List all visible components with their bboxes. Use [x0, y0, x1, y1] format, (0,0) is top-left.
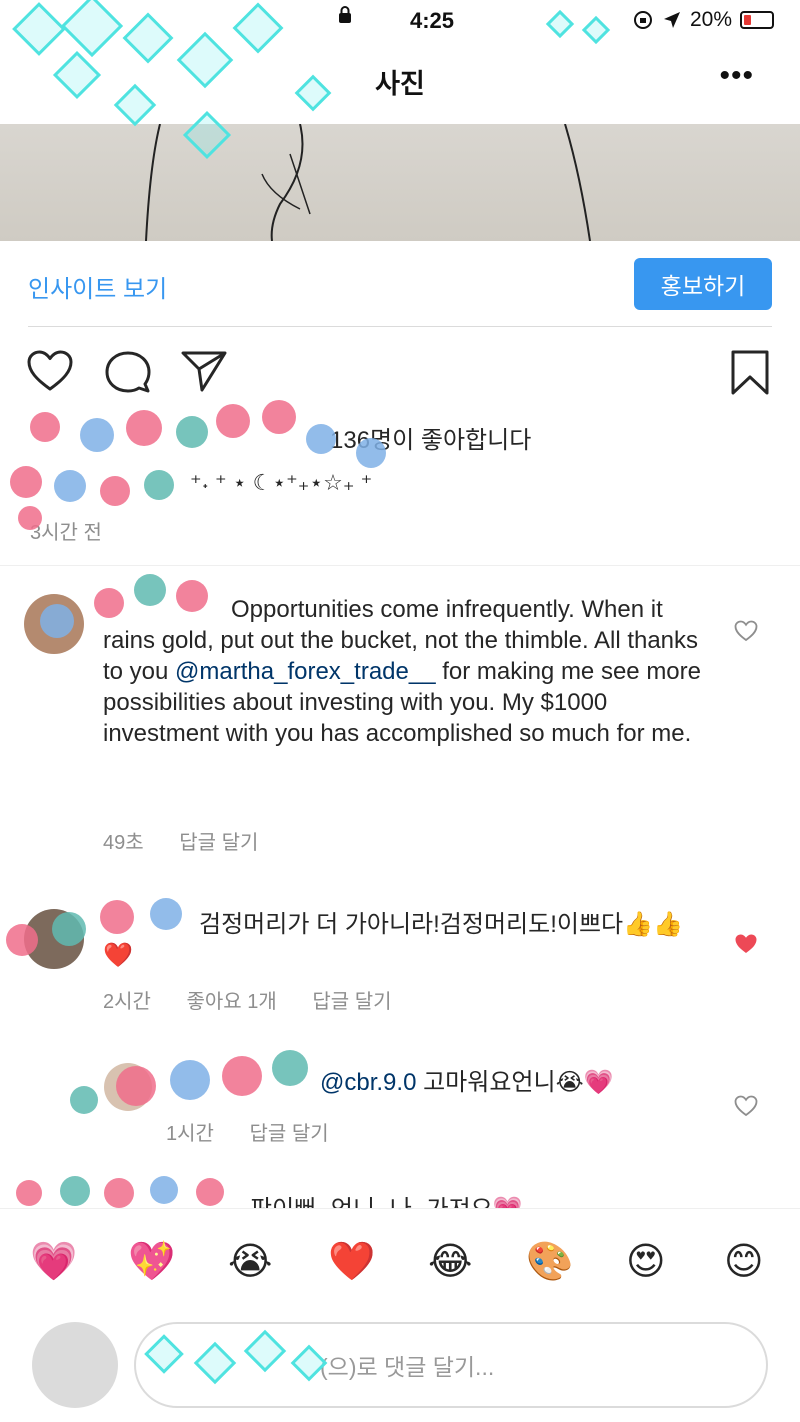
location-arrow-icon	[663, 12, 680, 28]
emoji-button[interactable]: 🎨	[526, 1239, 573, 1284]
promote-button[interactable]: 홍보하기	[634, 258, 772, 310]
comment-text: 판이뻐 언니 나 가져요💗	[250, 1194, 770, 1208]
comment-body: 판이뻐 언니 나 가져요💗	[250, 1196, 523, 1208]
comment-body: 고마워요언니😭💗	[416, 1069, 614, 1096]
comment-icon[interactable]	[104, 349, 152, 395]
comment-time: 49초	[103, 832, 144, 854]
comment-meta: 49초 답글 달기	[103, 826, 288, 855]
reply-link[interactable]: 답글 달기	[312, 991, 391, 1013]
lock-icon	[339, 6, 351, 23]
post-actions	[0, 345, 800, 401]
comment-likes[interactable]: 좋아요 1개	[187, 991, 277, 1013]
emoji-button[interactable]: 💗	[30, 1239, 77, 1284]
battery-percent: 20%	[689, 8, 732, 31]
mention-link[interactable]: @martha_forex_trade__	[175, 658, 436, 685]
emoji-button[interactable]: 😍	[626, 1239, 666, 1283]
status-bar: 4:25 20%	[0, 0, 800, 40]
status-time: 4:25	[410, 8, 455, 33]
comment-input-placeholder: (으)로 댓글 달기...	[320, 1354, 495, 1380]
photo-sketch	[145, 124, 591, 241]
emoji-button[interactable]: ❤️	[328, 1239, 375, 1284]
emoji-button[interactable]: 😊	[724, 1239, 764, 1283]
battery-icon	[740, 11, 774, 29]
comment-input-row: (으)로 댓글 달기...	[0, 1308, 800, 1422]
more-options-icon[interactable]: •••	[719, 61, 754, 91]
emoji-button[interactable]: 😂	[428, 1239, 472, 1283]
save-bookmark-icon[interactable]	[730, 349, 770, 397]
emoji-button[interactable]: 😭	[228, 1239, 272, 1283]
reply-link[interactable]: 답글 달기	[179, 832, 258, 854]
comment-body: 검정머리가 더 가아니라!검정머리도!이쁘다👍👍❤️	[103, 911, 683, 969]
comment-item: Opportunities come infrequently. When it…	[0, 580, 800, 860]
page-title: 사진	[375, 69, 425, 99]
emoji-quick-bar: 💗 💖 😭 ❤️ 😂 🎨 😍 😊	[0, 1208, 800, 1308]
comment-time: 1시간	[166, 1123, 214, 1145]
view-insights-link[interactable]: 인사이트 보기	[28, 269, 167, 304]
share-direct-icon[interactable]	[180, 349, 228, 393]
like-heart-icon[interactable]	[26, 349, 74, 393]
comment-like-heart-icon[interactable]	[734, 1095, 758, 1117]
comment-meta: 1시간 답글 달기	[166, 1117, 359, 1146]
comment-liked-heart-icon[interactable]	[734, 933, 758, 955]
caption-text: ⁺˖ ⁺ ⋆ ☾⋆⁺₊⋆☆₊ ⁺	[190, 470, 373, 495]
comment-meta: 2시간 좋아요 1개 답글 달기	[103, 985, 422, 1014]
current-user-avatar	[32, 1322, 118, 1408]
post-photo[interactable]	[0, 124, 800, 241]
comment-text: Opportunities come infrequently. When it…	[103, 594, 703, 749]
rotation-lock-icon	[633, 11, 652, 29]
reply-item: @cbr.9.0 고마워요언니😭💗 1시간 답글 달기	[0, 1055, 800, 1155]
emoji-button[interactable]: 💖	[128, 1239, 175, 1284]
insights-row: 인사이트 보기 홍보하기	[28, 241, 772, 327]
mention-link[interactable]: @cbr.9.0	[320, 1069, 416, 1096]
divider	[0, 565, 800, 566]
comment-text: 검정머리가 더 가아니라!검정머리도!이쁘다👍👍❤️	[103, 909, 703, 971]
reply-link[interactable]: 답글 달기	[250, 1123, 329, 1145]
comment-time: 2시간	[103, 991, 151, 1013]
comment-like-heart-icon[interactable]	[734, 620, 758, 642]
status-right: 20%	[632, 8, 774, 32]
